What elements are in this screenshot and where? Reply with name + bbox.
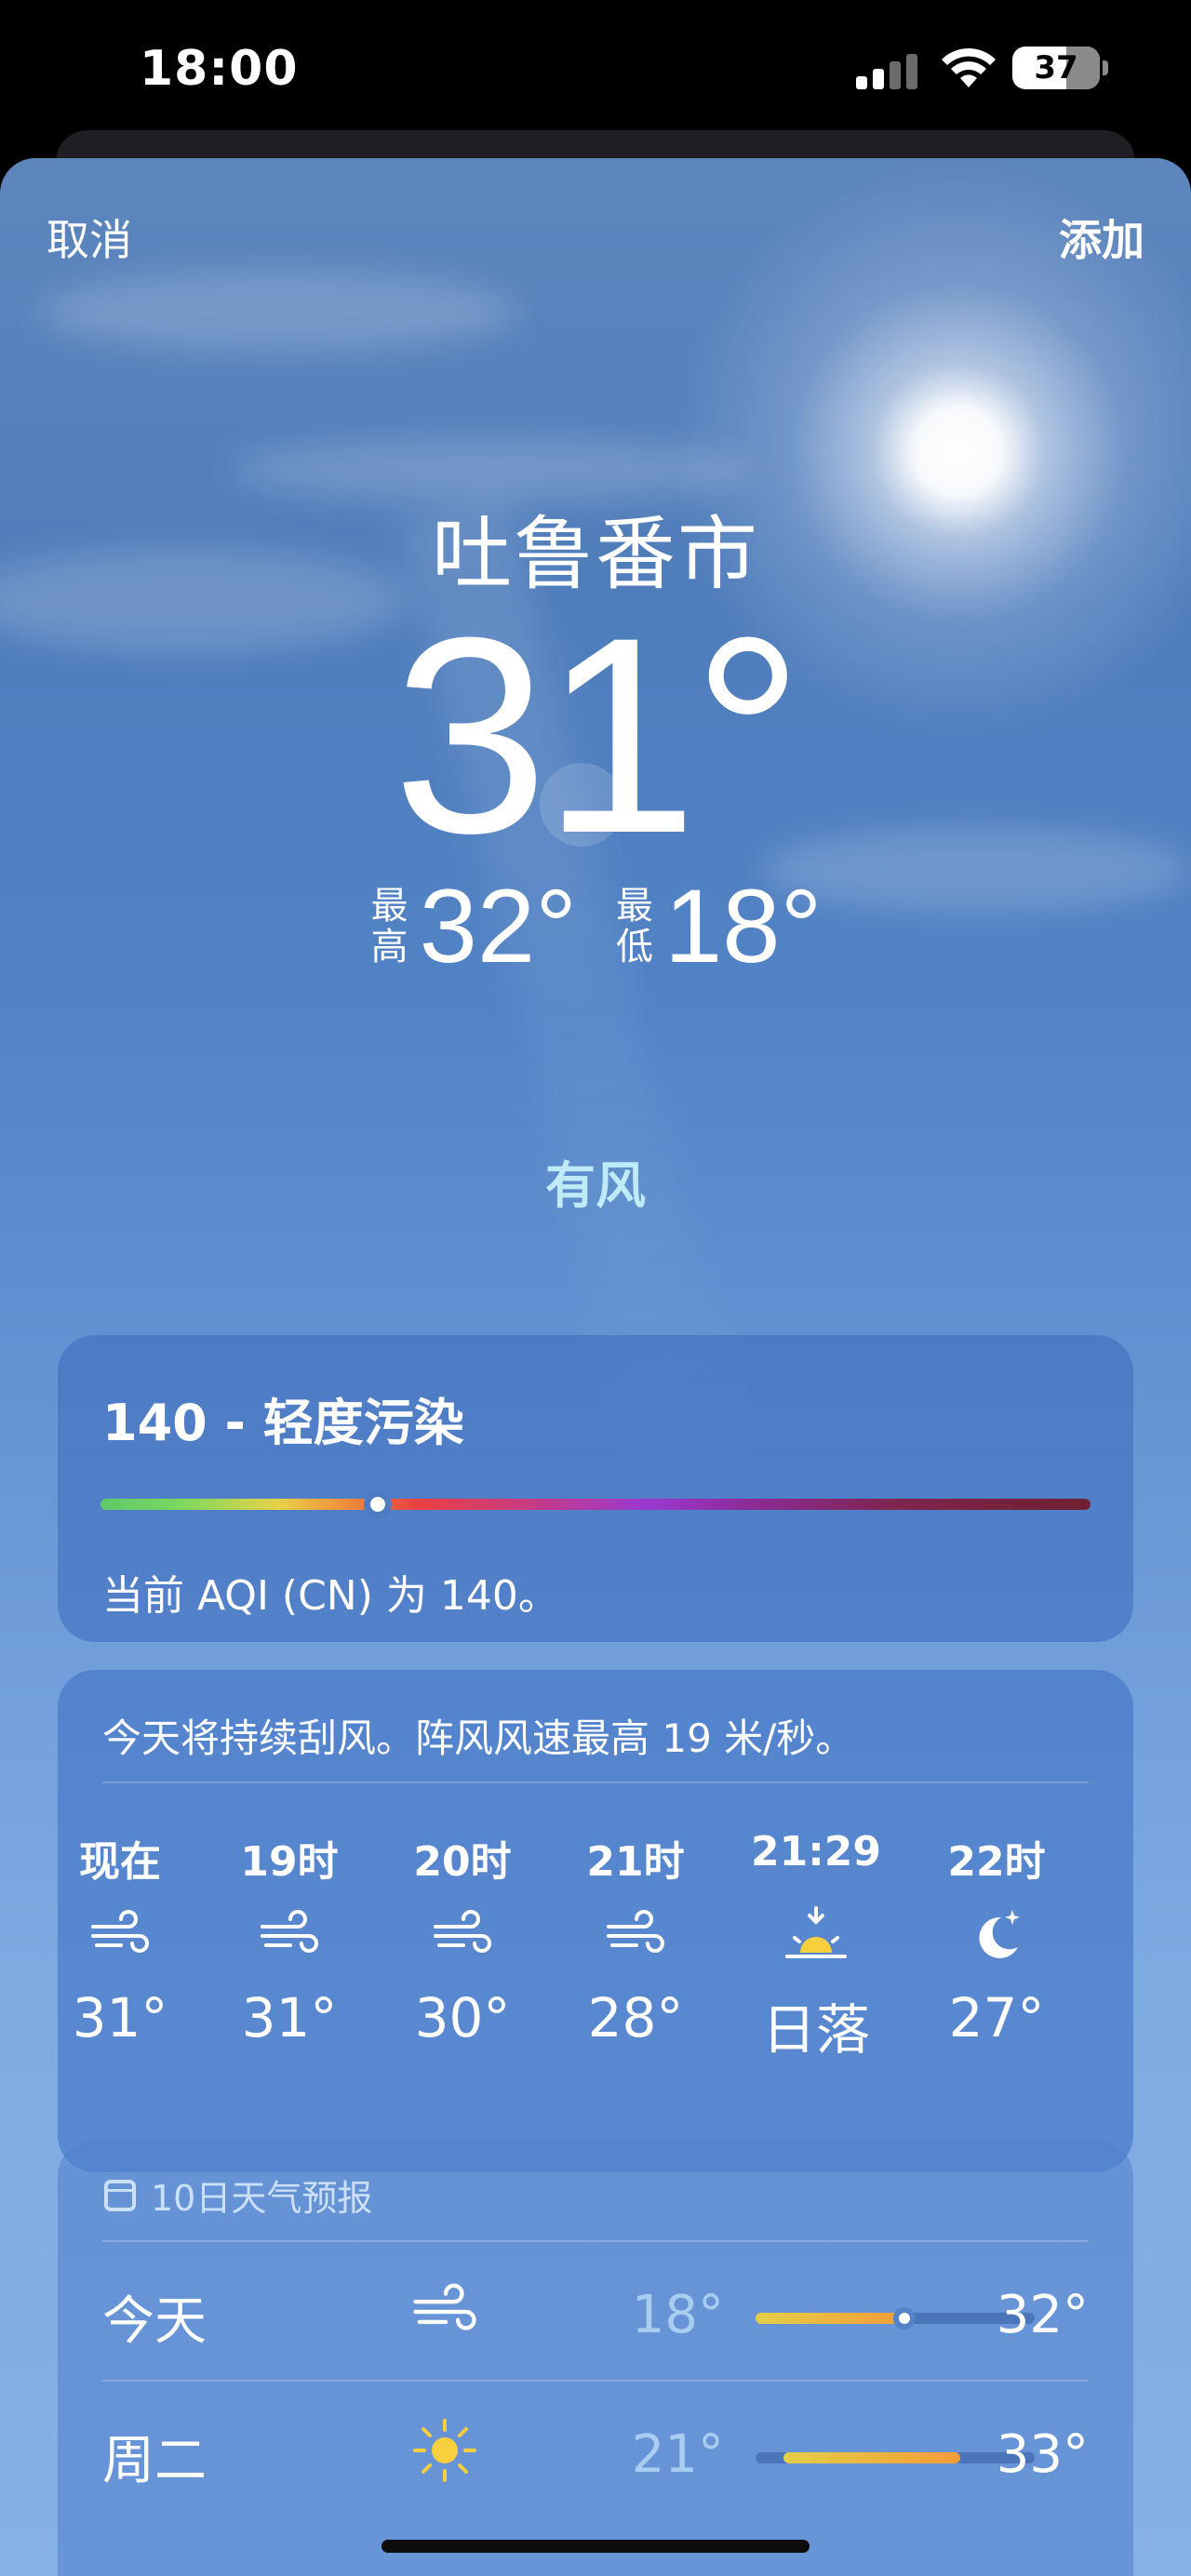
temperature-range-bar	[756, 2307, 1035, 2329]
wind-icon	[434, 1910, 491, 1953]
low-temperature: 18°	[664, 868, 823, 984]
hourly-forecast-card[interactable]: 今天将持续刮风。阵风风速最高 19 米/秒。 现在 31° 19时 31° 20…	[58, 1670, 1133, 2172]
aqi-title: 140 - 轻度污染	[102, 1394, 464, 1452]
battery-icon: 37	[1012, 47, 1108, 89]
day-high-temp: 32°	[996, 2285, 1089, 2345]
high-temperature: 32°	[419, 868, 577, 984]
day-row[interactable]: 周二 21° 33°	[102, 2382, 1089, 2521]
hour-time: 20时	[413, 1838, 512, 1886]
day-name: 周二	[102, 2431, 207, 2491]
temperature-range-bar	[756, 2452, 1035, 2463]
ten-day-forecast-card[interactable]: 10日天气预报 今天 18° 32° 周二 21° 33°	[58, 2140, 1133, 2576]
hour-temperature: 30°	[414, 1986, 511, 2049]
aqi-scale-bar	[100, 1499, 1091, 1510]
ten-day-header: 10日天气预报	[104, 2169, 372, 2221]
hour-temperature: 27°	[948, 1986, 1045, 2049]
moon-stars-icon	[979, 1910, 1020, 1958]
cancel-button[interactable]: 取消	[47, 207, 132, 268]
day-row[interactable]: 今天 18° 32°	[102, 2242, 1089, 2382]
current-temperature: 31°	[393, 579, 804, 891]
low-label: 最低	[616, 885, 653, 968]
wifi-icon	[942, 47, 996, 87]
battery-level: 37	[1034, 49, 1078, 87]
add-button[interactable]: 添加	[1059, 207, 1144, 268]
calendar-icon	[104, 2179, 136, 2211]
hour-time: 19时	[240, 1838, 339, 1886]
weather-condition: 有风	[545, 1156, 646, 1215]
aqi-description: 当前 AQI (CN) 为 140。	[102, 1572, 559, 1620]
hour-time: 21时	[586, 1838, 685, 1886]
cellular-signal-icon	[856, 52, 921, 89]
hour-temperature: 31°	[72, 1986, 168, 2049]
high-label: 最高	[370, 885, 408, 968]
wind-icon	[413, 2283, 476, 2330]
wind-icon	[261, 1910, 318, 1953]
status-time: 18:00	[140, 41, 299, 97]
hour-temperature: 31°	[241, 1986, 338, 2049]
sun-icon	[413, 2419, 476, 2482]
hour-time: 现在	[79, 1838, 161, 1886]
cloud-wisp	[37, 270, 521, 354]
weather-sheet: 取消 添加 吐鲁番市 31° 最高 32° 最低 18° 有风 140 - 轻度…	[0, 158, 1191, 2576]
hourly-summary: 今天将持续刮风。阵风风速最高 19 米/秒。	[102, 1715, 855, 1761]
day-high-temp: 33°	[996, 2424, 1089, 2485]
day-name: 今天	[102, 2291, 207, 2352]
home-indicator[interactable]	[381, 2540, 810, 2553]
high-low: 最高 32° 最低 18°	[0, 874, 1191, 979]
sunset-icon	[785, 1906, 847, 1958]
hour-time: 21:29	[750, 1828, 882, 1875]
wind-icon	[91, 1910, 149, 1953]
divider	[102, 1782, 1089, 1783]
aqi-indicator	[363, 1490, 392, 1518]
day-low-temp: 18°	[631, 2285, 724, 2345]
status-bar: 18:00 37	[0, 0, 1191, 140]
hour-time: 22时	[947, 1838, 1046, 1886]
aqi-card[interactable]: 140 - 轻度污染 当前 AQI (CN) 为 140。	[58, 1335, 1133, 1642]
hour-temperature: 28°	[587, 1986, 684, 2049]
hour-temperature: 日落	[761, 1998, 870, 2062]
day-low-temp: 21°	[631, 2424, 724, 2485]
ten-day-title: 10日天气预报	[151, 2178, 373, 2219]
wind-icon	[607, 1910, 664, 1953]
